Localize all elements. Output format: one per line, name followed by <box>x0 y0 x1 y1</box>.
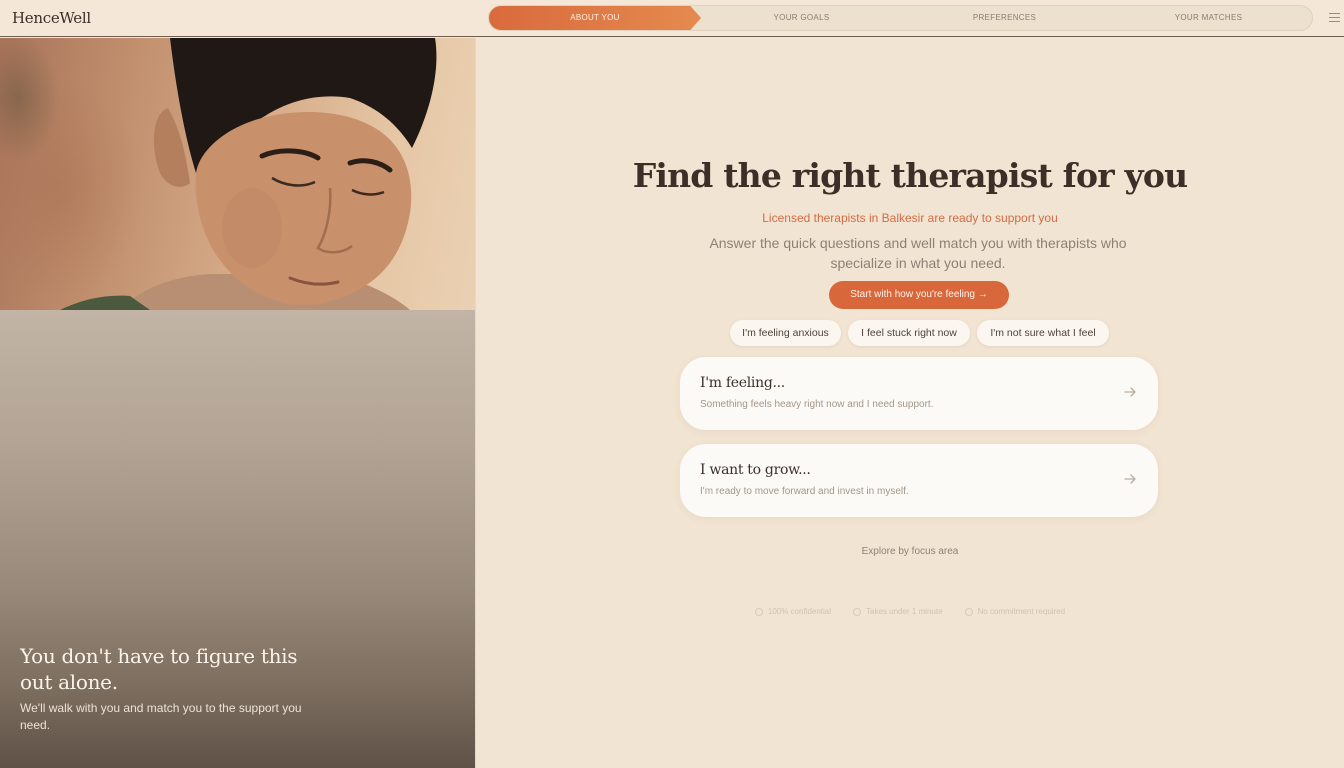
card-description: Something feels heavy right now and I ne… <box>700 399 934 410</box>
hero-photo <box>0 38 475 310</box>
brand-logo[interactable]: HenceWell <box>12 9 91 27</box>
lock-icon <box>754 607 763 616</box>
hero-image-panel: You don't have to figure this out alone.… <box>0 38 475 768</box>
start-feeling-button[interactable]: Start with how you're feeling → <box>829 281 1009 309</box>
hero-subtext: We'll walk with you and match you to the… <box>20 701 302 732</box>
arrow-right-icon <box>1124 474 1136 484</box>
trust-label: Takes under 1 minute <box>866 607 943 616</box>
hero-tagline: You don't have to figure this out alone. <box>20 644 298 694</box>
intro-text: Answer the quick questions and well matc… <box>709 235 1127 271</box>
trust-label: 100% confidential <box>767 607 832 616</box>
card-title: I want to grow... <box>700 462 811 478</box>
chip-not-sure[interactable]: I'm not sure what I feel <box>977 320 1109 346</box>
chip-feel-stuck[interactable]: I feel stuck right now <box>848 320 970 346</box>
option-card-feeling[interactable]: I'm feeling... Something feels heavy rig… <box>680 357 1158 430</box>
locale-availability-text: Licensed therapists in Balkesir are read… <box>762 211 1058 225</box>
option-card-grow[interactable]: I want to grow... I'm ready to move forw… <box>680 444 1158 517</box>
chip-feeling-anxious[interactable]: I'm feeling anxious <box>730 320 841 346</box>
person-portrait-illustration <box>60 38 437 310</box>
explore-focus-link[interactable]: Explore by focus area <box>476 546 1344 557</box>
card-title: I'm feeling... <box>700 375 785 391</box>
trust-label: No commitment required <box>977 607 1066 616</box>
step-about-you[interactable]: ABOUT YOU <box>489 6 701 30</box>
check-icon <box>964 607 973 616</box>
step-preferences[interactable]: PREFERENCES <box>902 6 1107 30</box>
step-your-goals[interactable]: YOUR GOALS <box>699 6 904 30</box>
page-title: Find the right therapist for you <box>632 156 1188 195</box>
step-your-matches[interactable]: YOUR MATCHES <box>1105 6 1312 30</box>
trust-item-confidential: 100% confidential <box>754 607 832 616</box>
top-bar: HenceWell ABOUT YOU YOUR GOALS PREFERENC… <box>0 0 1344 37</box>
clock-icon <box>853 607 862 616</box>
panel-divider <box>475 38 476 768</box>
trust-badges: 100% confidential Takes under 1 minute N… <box>476 607 1344 616</box>
page: HenceWell ABOUT YOU YOUR GOALS PREFERENC… <box>0 0 1344 768</box>
hamburger-menu-icon[interactable] <box>1329 13 1340 23</box>
progress-stepper: ABOUT YOU YOUR GOALS PREFERENCES YOUR MA… <box>488 5 1313 31</box>
arrow-right-icon <box>1124 387 1136 397</box>
card-description: I'm ready to move forward and invest in … <box>700 486 909 497</box>
trust-item-time: Takes under 1 minute <box>853 607 943 616</box>
trust-item-commitment: No commitment required <box>964 607 1066 616</box>
